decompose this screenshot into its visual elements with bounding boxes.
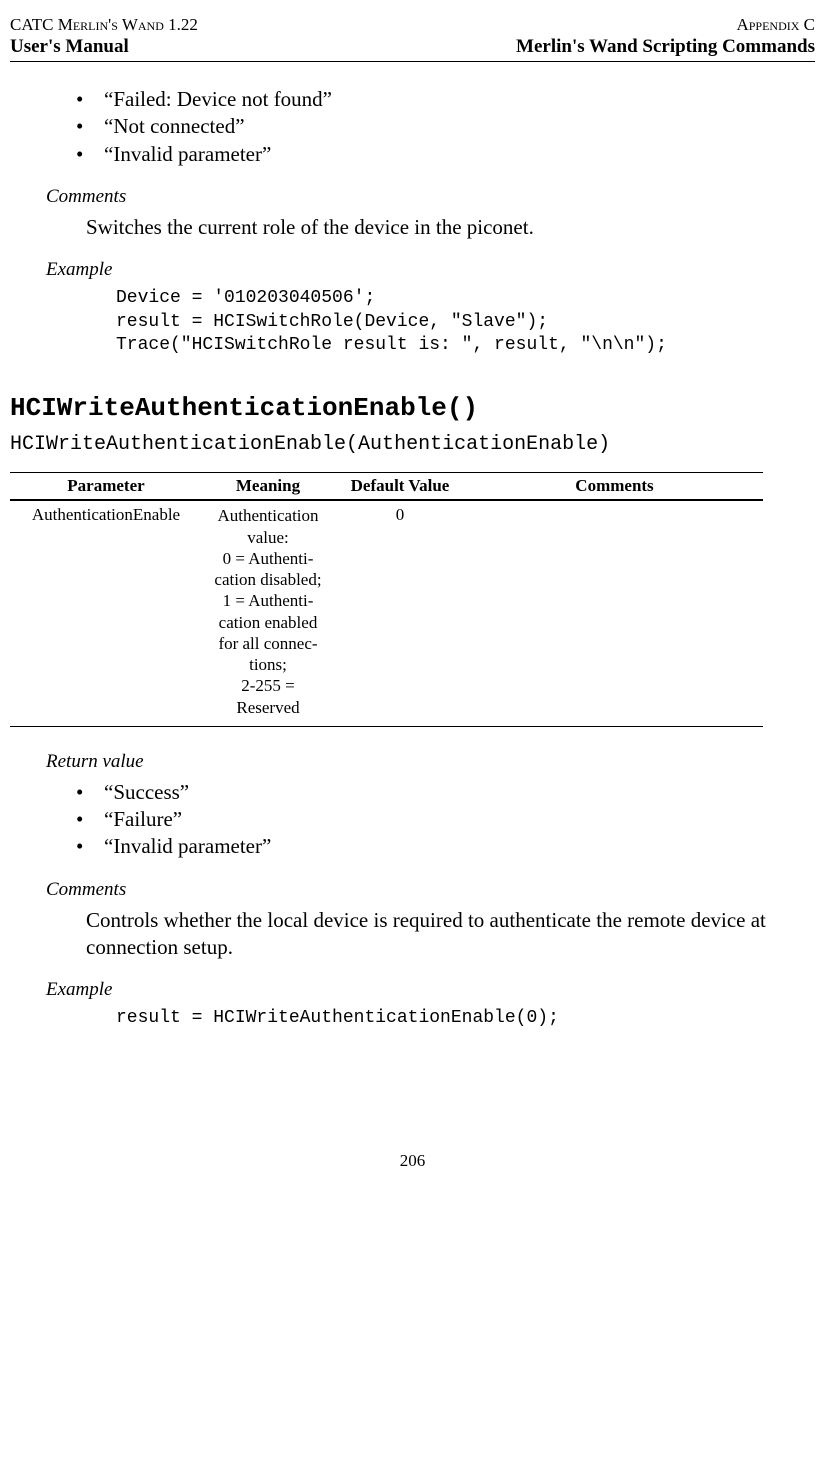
list-item: “Failure” [104,806,789,833]
header-sub-right: Merlin's Wand Scripting Commands [516,35,815,59]
top-return-list: “Failed: Device not found” “Not connecte… [36,86,789,168]
cell-meaning: Authentica­tion value: 0 = Authenti­cati… [202,500,334,726]
list-item: “Invalid parameter” [104,833,789,860]
return-value-list: “Success” “Failure” “Invalid parameter” [36,779,789,861]
table-header-meaning: Meaning [202,473,334,501]
header-top-right: Appendix C [736,14,815,35]
table-row: AuthenticationEnable Authentica­tion val… [10,500,763,726]
example-label: Example [46,259,789,281]
function-signature: HCIWriteAuthenticationEnable(Authenticat… [10,433,789,456]
cell-parameter: AuthenticationEnable [10,500,202,726]
list-item: “Not connected” [104,113,789,140]
example-code: Device = '010203040506'; result = HCISwi… [116,287,789,357]
header-top-left: CATC Merlin's Wand 1.22 [10,14,198,35]
list-item: “Invalid parameter” [104,141,789,168]
meaning-text: Authentica­tion value: 0 = Authenti­cati… [208,505,328,718]
page-number: 206 [10,1151,815,1171]
table-header-default: Default Value [334,473,466,501]
parameter-table: Parameter Meaning Default Value Comments… [10,472,763,727]
return-value-label: Return value [46,751,789,773]
cell-comments [466,500,763,726]
cell-default: 0 [334,500,466,726]
list-item: “Failed: Device not found” [104,86,789,113]
list-item: “Success” [104,779,789,806]
comments-text: Switches the current role of the device … [86,214,789,241]
function-title: HCIWriteAuthenticationEnable() [10,393,789,423]
header-sub-left: User's Manual [10,35,129,59]
table-header-parameter: Parameter [10,473,202,501]
example-code-2: result = HCIWriteAuthenticationEnable(0)… [116,1007,789,1030]
example-label-2: Example [46,979,789,1001]
comments-label-2: Comments [46,879,789,901]
table-header-comments: Comments [466,473,763,501]
header-divider [10,61,815,62]
comments-label: Comments [46,186,789,208]
comments-text-2: Controls whether the local device is req… [86,907,789,962]
